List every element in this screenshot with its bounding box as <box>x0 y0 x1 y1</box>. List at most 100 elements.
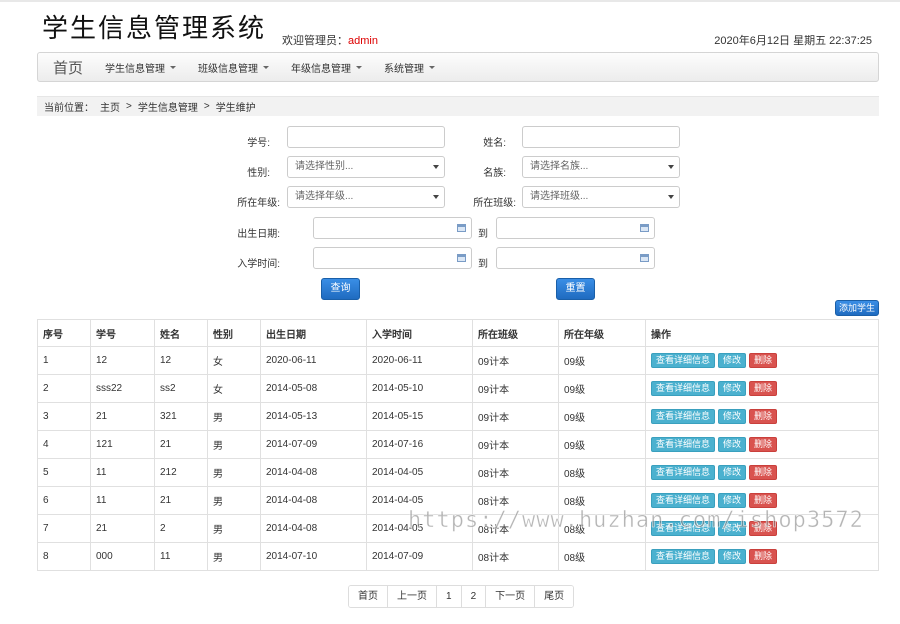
nav-grade-info[interactable]: 年级信息管理 <box>291 60 363 75</box>
cell-enroll: 2020-06-11 <box>366 346 473 375</box>
navbar: 首页 学生信息管理 班级信息管理 年级信息管理 系统管理 <box>37 52 879 82</box>
nav-student-info[interactable]: 学生信息管理 <box>105 60 177 75</box>
delete-button[interactable]: 删除 <box>749 437 778 452</box>
cell-actions: 查看详细信息 修改 删除 <box>645 402 879 431</box>
name-input[interactable] <box>522 126 680 148</box>
col-header-student-no: 学号 <box>90 319 155 347</box>
cell-gender: 女 <box>207 374 261 403</box>
view-details-button[interactable]: 查看详细信息 <box>651 353 716 368</box>
col-header-birth: 出生日期 <box>260 319 367 347</box>
page-last[interactable]: 尾页 <box>535 586 574 607</box>
class-label: 所在班级: <box>473 198 516 209</box>
enroll-end-input[interactable] <box>496 247 655 269</box>
col-header-class: 所在班级 <box>472 319 559 347</box>
class-select[interactable]: 请选择班级... <box>522 186 680 208</box>
cell-actions: 查看详细信息 修改 删除 <box>645 430 879 459</box>
breadcrumb-prefix: 当前位置： <box>44 103 94 114</box>
nav-system[interactable]: 系统管理 <box>384 60 436 75</box>
delete-button[interactable]: 删除 <box>749 353 778 368</box>
edit-button[interactable]: 修改 <box>718 549 747 564</box>
cell-grade: 08级 <box>558 542 646 571</box>
cell-index: 6 <box>37 486 91 515</box>
view-details-button[interactable]: 查看详细信息 <box>651 381 716 396</box>
birth-end-input[interactable] <box>496 217 655 239</box>
nav-class-info[interactable]: 班级信息管理 <box>198 60 270 75</box>
edit-button[interactable]: 修改 <box>718 381 747 396</box>
chevron-down-icon <box>429 65 436 69</box>
cell-birth: 2014-07-09 <box>260 430 367 459</box>
view-details-button[interactable]: 查看详细信息 <box>651 493 716 508</box>
edit-button[interactable]: 修改 <box>718 493 747 508</box>
cell-birth: 2014-04-08 <box>260 486 367 515</box>
cell-index: 8 <box>37 542 91 571</box>
nav-home[interactable]: 首页 <box>53 57 83 78</box>
page-prev[interactable]: 上一页 <box>388 586 437 607</box>
table-row: 4 121 21 男 2014-07-09 2014-07-16 09计本 09级 查看详细信息… <box>37 430 879 459</box>
cell-student-no: sss22 <box>90 374 155 403</box>
page-first[interactable]: 首页 <box>349 586 388 607</box>
edit-button[interactable]: 修改 <box>718 409 747 424</box>
view-details-button[interactable]: 查看详细信息 <box>651 437 716 452</box>
cell-student-no: 121 <box>90 430 155 459</box>
delete-button[interactable]: 删除 <box>749 549 778 564</box>
cell-name: 212 <box>154 458 208 487</box>
page-next[interactable]: 下一页 <box>486 586 536 607</box>
calendar-icon[interactable] <box>457 224 466 232</box>
page-1[interactable]: 1 <box>437 586 462 607</box>
cell-grade: 09级 <box>558 402 646 431</box>
calendar-icon[interactable] <box>640 224 649 232</box>
cell-class: 09计本 <box>472 346 559 375</box>
cell-grade: 09级 <box>558 374 646 403</box>
enroll-label: 入学时间: <box>237 259 280 270</box>
student-no-input[interactable] <box>287 126 445 148</box>
view-details-button[interactable]: 查看详细信息 <box>651 549 716 564</box>
gender-select[interactable]: 请选择性别... <box>287 156 445 178</box>
edit-button[interactable]: 修改 <box>718 437 747 452</box>
grade-select[interactable]: 请选择年级... <box>287 186 445 208</box>
edit-button[interactable]: 修改 <box>718 465 747 480</box>
calendar-icon[interactable] <box>457 254 466 262</box>
cell-birth: 2014-05-13 <box>260 402 367 431</box>
birth-start-input[interactable] <box>313 217 472 239</box>
col-header-grade: 所在年级 <box>558 319 646 347</box>
cell-index: 5 <box>37 458 91 487</box>
cell-class: 09计本 <box>472 402 559 431</box>
enroll-to-label: 到 <box>478 259 488 270</box>
delete-button[interactable]: 删除 <box>749 465 778 480</box>
enroll-start-input[interactable] <box>313 247 472 269</box>
nav-grade-info-label: 年级信息管理 <box>291 63 352 75</box>
cell-index: 4 <box>37 430 91 459</box>
table-body: 1 12 12 女 2020-06-11 2020-06-11 09计本 09级 查看详细信息修… <box>37 346 879 571</box>
cell-student-no: 11 <box>90 458 155 487</box>
welcome-text: 欢迎管理员：admin <box>282 32 378 48</box>
grade-label: 所在年级: <box>237 198 280 209</box>
cell-name: 21 <box>154 486 208 515</box>
breadcrumb-home[interactable]: 主页 <box>100 99 120 114</box>
chevron-down-icon <box>356 65 363 69</box>
name-label: 姓名: <box>483 138 506 149</box>
table-header-row: 序号 学号 姓名 性别 出生日期 入学时间 所在班级 所在年级 操作 <box>37 319 879 347</box>
birth-label: 出生日期: <box>237 229 280 240</box>
view-details-button[interactable]: 查看详细信息 <box>651 409 716 424</box>
table-row: 8 000 11 男 2014-07-10 2014-07-09 08计本 08级 查看详细信息… <box>37 542 879 571</box>
cell-gender: 女 <box>207 346 261 375</box>
reset-button[interactable]: 重置 <box>556 278 595 300</box>
ethnicity-select[interactable]: 请选择名族... <box>522 156 680 178</box>
app-title: 学生信息管理系统 <box>42 14 267 44</box>
cell-gender: 男 <box>207 514 261 543</box>
page-2[interactable]: 2 <box>461 586 487 607</box>
breadcrumb-student-info[interactable]: 学生信息管理 <box>138 99 198 114</box>
breadcrumb-separator: > <box>203 101 210 112</box>
delete-button[interactable]: 删除 <box>749 381 778 396</box>
query-button[interactable]: 查询 <box>321 278 360 300</box>
delete-button[interactable]: 删除 <box>749 493 778 508</box>
nav-student-info-label: 学生信息管理 <box>105 63 166 75</box>
delete-button[interactable]: 删除 <box>749 409 778 424</box>
edit-button[interactable]: 修改 <box>718 353 747 368</box>
student-no-label: 学号: <box>247 138 270 149</box>
view-details-button[interactable]: 查看详细信息 <box>651 465 716 480</box>
table-row: 1 12 12 女 2020-06-11 2020-06-11 09计本 09级 查看详细信息修… <box>37 346 879 375</box>
add-student-button[interactable]: 添加学生 <box>835 300 879 316</box>
cell-enroll: 2014-05-10 <box>366 374 473 403</box>
calendar-icon[interactable] <box>640 254 649 262</box>
